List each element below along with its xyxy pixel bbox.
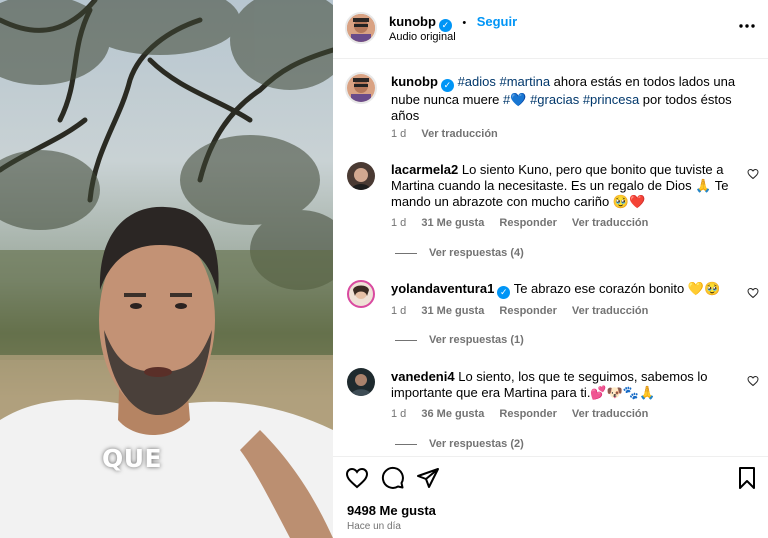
view-replies-label: Ver respuestas (1) (429, 334, 524, 346)
video-scene (0, 0, 333, 538)
instagram-post-view: QUE kunobp ✓ • Seguir Audio original kun… (0, 0, 768, 538)
author-avatar[interactable] (345, 12, 377, 44)
like-comment-heart-icon[interactable] (747, 287, 759, 299)
caption-author-avatar[interactable] (345, 72, 377, 104)
view-replies-button[interactable]: Ver respuestas (1) (395, 334, 524, 346)
comment-username[interactable]: vanedeni4 (391, 369, 455, 384)
author-avatar-image (347, 14, 375, 42)
translate-link[interactable]: Ver traducción (572, 408, 648, 420)
comment-meta: 1 d 36 Me gusta Responder Ver traducción (391, 408, 660, 420)
share-send-icon[interactable] (416, 466, 440, 490)
caption-translate-link[interactable]: Ver traducción (421, 128, 497, 140)
post-caption: kunobp ✓ #adios #martina ahora estás en t… (391, 74, 761, 124)
author-line: kunobp ✓ • Seguir (389, 13, 517, 32)
comment-verified-icon: ✓ (497, 286, 511, 299)
comment-likes[interactable]: 31 Me gusta (421, 305, 484, 317)
like-comment-heart-icon[interactable] (747, 168, 759, 180)
comment-time: 1 d (391, 217, 407, 229)
more-options-icon[interactable] (737, 16, 757, 36)
view-replies-button[interactable]: Ver respuestas (2) (395, 438, 524, 450)
view-replies-label: Ver respuestas (2) (429, 438, 524, 450)
comment-avatar-image (350, 374, 372, 396)
comment-avatar[interactable] (347, 368, 375, 396)
comment-avatar[interactable] (347, 162, 375, 190)
comment-meta: 1 d 31 Me gusta Responder Ver traducción (391, 217, 660, 229)
audio-label[interactable]: Audio original (389, 31, 456, 43)
post-actions-bar: 9498 Me gusta Hace un día (333, 456, 768, 538)
caption-username[interactable]: kunobp (391, 74, 438, 89)
like-heart-icon[interactable] (345, 466, 369, 490)
header-separator: • (462, 17, 467, 29)
post-header: kunobp ✓ • Seguir Audio original (333, 0, 768, 59)
post-like-count[interactable]: 9498 Me gusta (347, 503, 436, 518)
comment-username[interactable]: lacarmela2 (391, 162, 458, 177)
caption-time: 1 d (391, 128, 407, 140)
comment-bubble-icon[interactable] (381, 466, 405, 490)
follow-button[interactable]: Seguir (477, 14, 517, 29)
caption-verified-icon: ✓ (440, 79, 454, 92)
translate-link[interactable]: Ver traducción (572, 305, 648, 317)
view-replies-button[interactable]: Ver respuestas (4) (395, 247, 524, 259)
comment-avatar[interactable] (347, 280, 375, 308)
comment-body: Te abrazo ese corazón bonito 💛🥹 (513, 281, 721, 296)
comment-username[interactable]: yolandaventura1 (391, 281, 494, 296)
comment-meta: 1 d 31 Me gusta Responder Ver traducción (391, 305, 660, 317)
like-comment-heart-icon[interactable] (747, 375, 759, 387)
post-timestamp: Hace un día (347, 521, 401, 532)
replies-divider (395, 252, 417, 254)
comment-text: lacarmela2 Lo siento Kuno, pero que boni… (391, 162, 736, 210)
caption-avatar-image (347, 74, 375, 102)
comment-likes[interactable]: 31 Me gusta (421, 217, 484, 229)
caption-meta: 1 d Ver traducción (391, 128, 510, 140)
reply-button[interactable]: Responder (499, 305, 556, 317)
comment-likes[interactable]: 36 Me gusta (421, 408, 484, 420)
replies-divider (395, 339, 417, 341)
translate-link[interactable]: Ver traducción (572, 217, 648, 229)
reel-video[interactable]: QUE (0, 0, 333, 538)
caption-hashtags[interactable]: #adios #martina (458, 74, 551, 89)
reply-button[interactable]: Responder (499, 408, 556, 420)
post-details-panel: kunobp ✓ • Seguir Audio original kunobp ✓ … (333, 0, 768, 538)
comment-text: vanedeni4 Lo siento, los que te seguimos… (391, 369, 736, 401)
blue-heart-emoji: 💙 (510, 92, 527, 107)
view-replies-label: Ver respuestas (4) (429, 247, 524, 259)
comment-text: yolandaventura1 ✓ Te abrazo ese corazón b… (391, 281, 736, 299)
replies-divider (395, 443, 417, 445)
caption-hashtags-2[interactable]: #gracias #princesa (526, 92, 639, 107)
comment-avatar-image (353, 285, 369, 299)
video-caption-text: QUE (102, 444, 163, 473)
comment-avatar-image (351, 168, 371, 190)
author-username[interactable]: kunobp (389, 14, 436, 29)
comment-time: 1 d (391, 305, 407, 317)
reply-button[interactable]: Responder (499, 217, 556, 229)
save-bookmark-icon[interactable] (735, 466, 759, 490)
comment-time: 1 d (391, 408, 407, 420)
